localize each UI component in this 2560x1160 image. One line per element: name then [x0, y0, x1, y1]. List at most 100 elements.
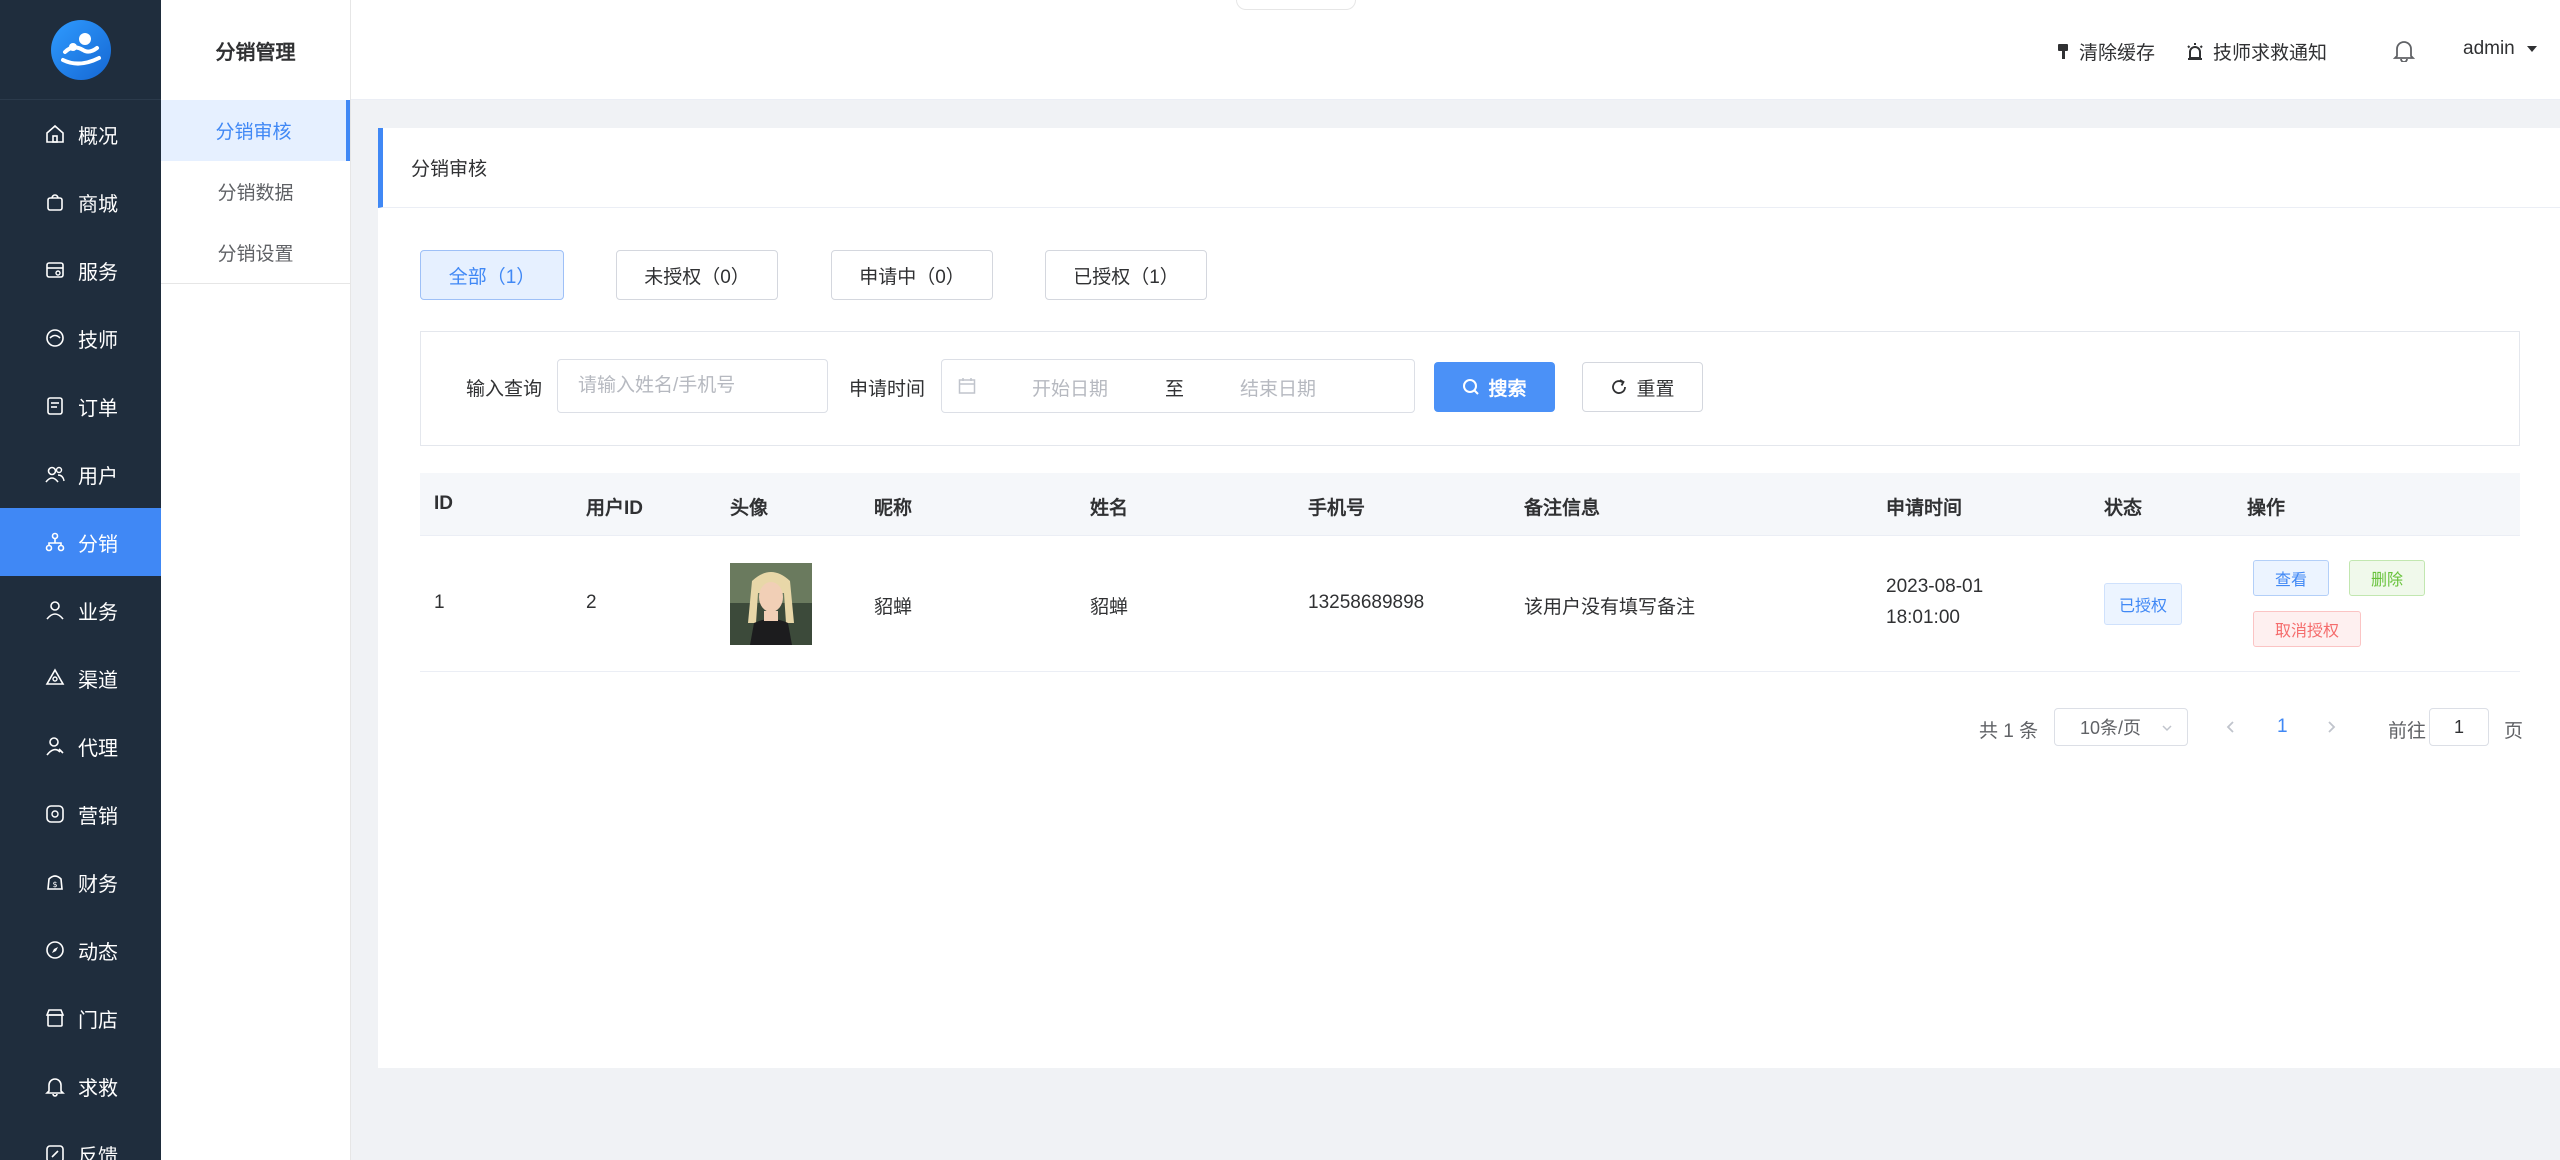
main-sidebar: 概况商城服务技师订单用户分销业务渠道代理营销 $ 财务动态门店求救 反馈: [0, 0, 161, 1160]
sidebar-item-label: 代理: [78, 737, 118, 760]
revoke-auth-button[interactable]: 取消授权: [2253, 611, 2361, 647]
clear-cache-button[interactable]: 清除缓存: [2055, 38, 2155, 65]
page-jump-input[interactable]: [2429, 708, 2489, 746]
sidebar-item-label: 营销: [78, 805, 118, 828]
sidebar-item-label: 门店: [78, 1009, 118, 1032]
pagination-total: 共 1 条: [1979, 721, 2039, 742]
username: admin: [2463, 38, 2515, 59]
top-header: 清除缓存 技师求救通知 admin: [351, 0, 2560, 100]
sidebar-item-label: 动态: [78, 941, 118, 964]
marketing-icon: [44, 803, 66, 825]
col-user-id: 用户ID: [586, 498, 644, 519]
query-label: 输入查询: [466, 379, 543, 400]
row-apply-date: 2023-08-01: [1886, 576, 1984, 597]
agent-icon: [44, 735, 66, 757]
service-icon: [44, 259, 66, 281]
sidebar-item-8[interactable]: 渠道: [0, 644, 161, 712]
chevron-down-icon: [2162, 725, 2172, 732]
sidebar-item-5[interactable]: 用户: [0, 440, 161, 508]
current-page[interactable]: 1: [2277, 716, 2288, 738]
distribution-table: ID 用户ID 头像 昵称 姓名 手机号 备注信息 申请时间 状态 操作 1 2: [420, 473, 2520, 672]
technician-icon: [44, 327, 66, 349]
sidebar-item-7[interactable]: 业务: [0, 576, 161, 644]
sidebar-item-2[interactable]: 服务: [0, 236, 161, 304]
page-title: 分销审核: [378, 128, 2560, 208]
sidebar-item-4[interactable]: 订单: [0, 372, 161, 440]
search-button-label: 搜索: [1488, 378, 1527, 400]
col-apply-time: 申请时间: [1886, 498, 1963, 519]
sidebar-item-label: 业务: [78, 601, 118, 624]
subnav-item-distribution-review[interactable]: 分销审核: [161, 100, 350, 161]
table-header: ID 用户ID 头像 昵称 姓名 手机号 备注信息 申请时间 状态 操作: [420, 473, 2520, 536]
order-icon: [44, 395, 66, 417]
view-button[interactable]: 查看: [2253, 560, 2329, 596]
col-phone: 手机号: [1308, 498, 1366, 519]
delete-button[interactable]: 删除: [2349, 560, 2425, 596]
search-icon: [1463, 379, 1480, 395]
subnav-item-distribution-settings[interactable]: 分销设置: [161, 222, 350, 283]
sidebar-item-3[interactable]: 技师: [0, 304, 161, 372]
page-size-select[interactable]: 10条/页: [2054, 708, 2188, 746]
search-input[interactable]: [557, 359, 828, 413]
date-range-picker[interactable]: 开始日期 至 结束日期: [941, 359, 1415, 413]
mascot-logo-icon[interactable]: [50, 19, 111, 80]
sos-notice-label: 技师求救通知: [2213, 43, 2328, 64]
subnav-item-distribution-data[interactable]: 分销数据: [161, 161, 350, 222]
row-apply-time: 18:01:00: [1886, 607, 1960, 628]
notification-bell-icon[interactable]: [2393, 38, 2423, 62]
sidebar-item-9[interactable]: 代理: [0, 712, 161, 780]
sidebar-item-label: 服务: [78, 261, 118, 284]
sidebar-item-12[interactable]: 动态: [0, 916, 161, 984]
caret-down-icon: [2526, 46, 2537, 52]
sidebar-item-label: 分销: [78, 533, 118, 556]
channel-icon: [44, 667, 66, 689]
brush-icon: [2058, 43, 2068, 59]
page-size-value: 10条/页: [2080, 718, 2142, 738]
feedback-icon: [44, 1143, 66, 1160]
tab-applying[interactable]: 申请中（0）: [831, 250, 993, 300]
prev-page-icon[interactable]: [2224, 719, 2238, 735]
avatar[interactable]: [730, 563, 812, 645]
tab-unauthorized[interactable]: 未授权（0）: [616, 250, 778, 300]
end-date-placeholder[interactable]: 结束日期: [1240, 374, 1316, 401]
next-page-icon[interactable]: [2324, 719, 2338, 735]
subnav-divider: [161, 283, 350, 284]
goto-label: 前往: [2388, 721, 2427, 742]
sidebar-item-6[interactable]: 分销: [0, 508, 161, 576]
sidebar-item-label: 概况: [78, 125, 118, 148]
sidebar-item-10[interactable]: 营销: [0, 780, 161, 848]
row-nickname: 貂蝉: [874, 597, 913, 618]
sidebar-item-14[interactable]: 求救: [0, 1052, 161, 1120]
tab-authorized[interactable]: 已授权（1）: [1045, 250, 1207, 300]
business-icon: [44, 599, 66, 621]
home-icon: [44, 123, 66, 145]
sidebar-item-label: 用户: [78, 465, 118, 488]
page-unit: 页: [2504, 721, 2524, 742]
subnav-title: 分销管理: [215, 41, 296, 64]
sidebar-item-label: 技师: [78, 329, 118, 352]
sidebar-item-13[interactable]: 门店: [0, 984, 161, 1052]
sos-notice-button[interactable]: 技师求救通知: [2185, 38, 2327, 65]
sidebar-item-11[interactable]: $ 财务: [0, 848, 161, 916]
collapse-handle[interactable]: [1236, 0, 1356, 10]
reset-button[interactable]: 重置: [1582, 362, 1703, 412]
tab-all[interactable]: 全部（1）: [420, 250, 564, 300]
sidebar-item-label: 渠道: [78, 669, 118, 692]
sub-sidebar: 分销管理 分销审核 分销数据 分销设置: [161, 0, 351, 1160]
search-button[interactable]: 搜索: [1434, 362, 1555, 412]
start-date-placeholder[interactable]: 开始日期: [1032, 374, 1108, 401]
reset-button-label: 重置: [1636, 378, 1675, 400]
store-icon: [44, 1007, 66, 1029]
sidebar-item-15[interactable]: 反馈: [0, 1120, 161, 1160]
bell-icon: [44, 1075, 66, 1097]
sidebar-item-label: 财务: [78, 873, 118, 896]
sidebar-item-1[interactable]: 商城: [0, 168, 161, 236]
col-id: ID: [434, 493, 453, 514]
row-id: 1: [434, 592, 445, 613]
main-content: 分销审核 全部（1） 未授权（0） 申请中（0） 已授权（1） 输入查询 申请时…: [378, 128, 2560, 1068]
user-menu[interactable]: admin: [2463, 38, 2539, 60]
alarm-icon: [2187, 42, 2203, 60]
table-row: 1 2 貂蝉 貂蝉 13258689898 该用户没有填写备注 2023-08-…: [420, 536, 2520, 672]
sidebar-item-0[interactable]: 概况: [0, 100, 161, 168]
date-label: 申请时间: [849, 379, 926, 400]
